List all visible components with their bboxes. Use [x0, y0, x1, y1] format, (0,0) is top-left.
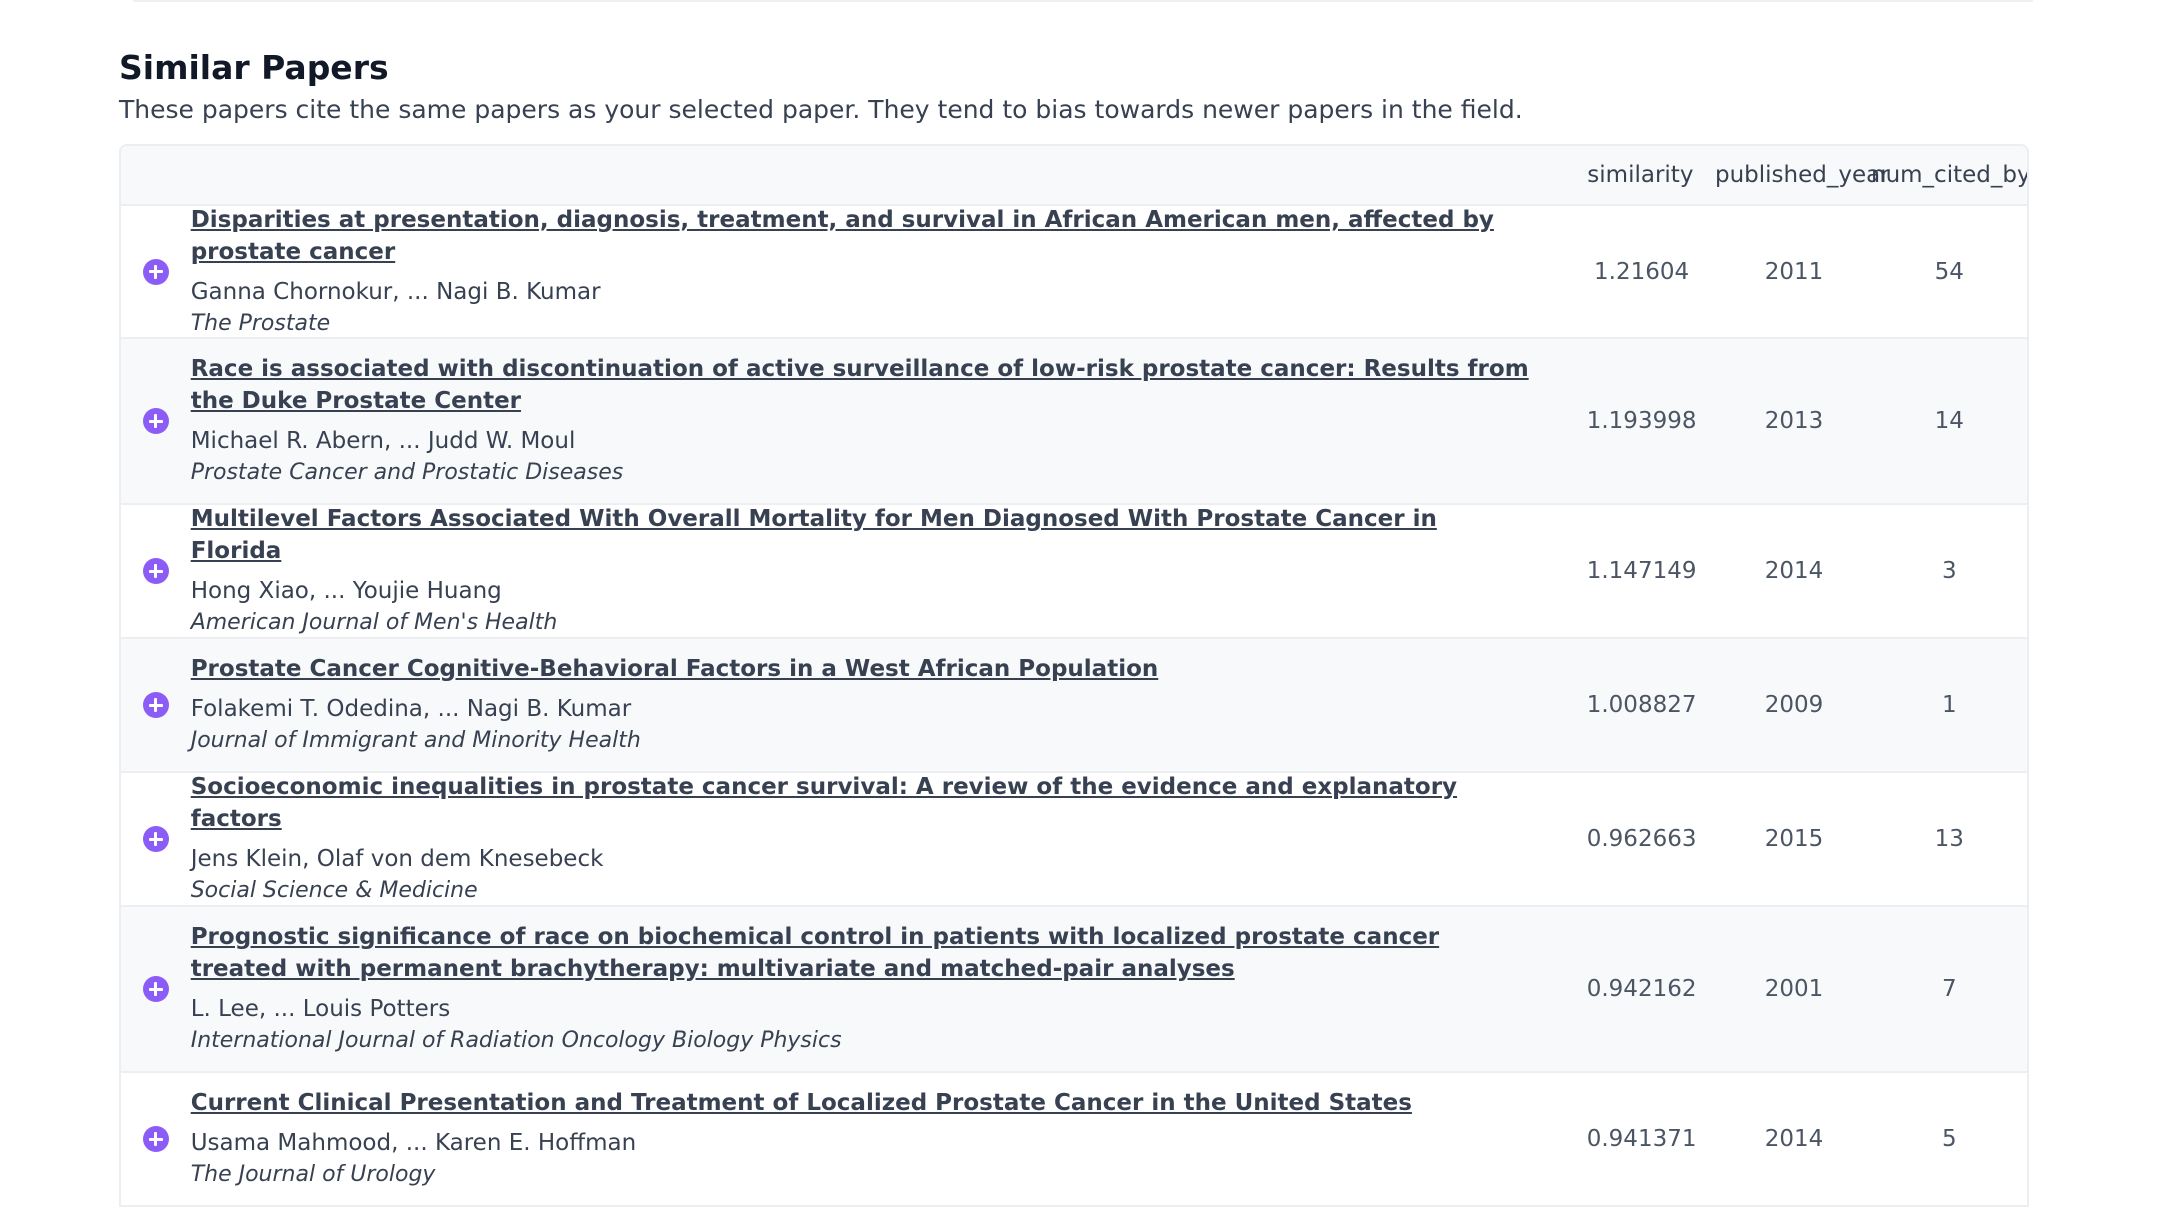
table-row: Prognostic significance of race on bioch…	[121, 907, 2027, 1073]
paper-info: Prostate Cancer Cognitive-Behavioral Fac…	[191, 645, 1567, 765]
paper-info: Multilevel Factors Associated With Overa…	[191, 495, 1567, 647]
published-year-value: 2011	[1764, 258, 1824, 285]
add-circle-icon[interactable]	[142, 692, 169, 718]
published-year-value: 2015	[1764, 826, 1824, 852]
num-cited-by-value: 7	[1941, 976, 1957, 1002]
similar-papers-table: similarity published_year num_cited_by D…	[119, 144, 2029, 1207]
top-divider	[133, 0, 2033, 2]
num-cited-by-value: 3	[1941, 558, 1957, 584]
paper-info: Current Clinical Presentation and Treatm…	[191, 1079, 1567, 1199]
add-cell	[121, 826, 191, 852]
add-circle-icon[interactable]	[142, 258, 169, 285]
add-cell	[121, 1126, 191, 1152]
similarity-value: 1.008827	[1586, 692, 1697, 718]
add-circle-icon[interactable]	[142, 558, 169, 584]
paper-authors: Michael R. Abern, ... Judd W. Moul	[190, 428, 576, 454]
published-year-value: 2013	[1764, 408, 1824, 434]
paper-venue: American Journal of Men's Health	[190, 610, 558, 635]
table-row: Race is associated with discontinuation …	[121, 339, 2027, 505]
num-cited-by-value: 14	[1934, 408, 1964, 434]
num-cited-by-value: 54	[1934, 258, 1964, 285]
paper-authors: Hong Xiao, ... Youjie Huang	[190, 578, 502, 604]
paper-info: Socioeconomic inequalities in prostate c…	[191, 763, 1567, 915]
num-cited-by-value: 1	[1941, 692, 1957, 718]
similarity-value: 1.193998	[1586, 408, 1697, 434]
add-cell	[121, 408, 191, 434]
add-cell	[121, 558, 191, 584]
add-cell	[121, 258, 191, 285]
paper-authors: Jens Klein, Olaf von dem Knesebeck	[190, 846, 604, 872]
similarity-value: 0.941371	[1586, 1126, 1697, 1152]
add-circle-icon[interactable]	[142, 976, 169, 1002]
column-header-published-year[interactable]: published_year	[1715, 162, 1890, 188]
add-cell	[121, 976, 191, 1002]
table-row: Current Clinical Presentation and Treatm…	[121, 1073, 2027, 1207]
paper-authors: L. Lee, ... Louis Potters	[190, 996, 451, 1022]
num-cited-by-value: 13	[1934, 826, 1964, 852]
paper-info: Prognostic significance of race on bioch…	[191, 913, 1567, 1065]
section-title: Similar Papers	[119, 48, 389, 87]
paper-venue: Journal of Immigrant and Minority Health	[190, 728, 641, 753]
table-row: Prostate Cancer Cognitive-Behavioral Fac…	[121, 639, 2027, 773]
published-year-value: 2009	[1764, 692, 1824, 718]
table-row: Socioeconomic inequalities in prostate c…	[121, 773, 2027, 907]
paper-authors: Ganna Chornokur, ... Nagi B. Kumar	[190, 278, 601, 305]
similarity-value: 1.21604	[1594, 258, 1690, 285]
paper-title-link[interactable]: Current Clinical Presentation and Treatm…	[191, 1087, 1531, 1119]
num-cited-by-value: 5	[1941, 1126, 1957, 1152]
add-circle-icon[interactable]	[142, 826, 169, 852]
paper-info: Disparities at presentation, diagnosis, …	[191, 196, 1567, 348]
add-circle-icon[interactable]	[142, 408, 169, 434]
paper-venue: The Prostate	[190, 310, 331, 336]
table-row: Multilevel Factors Associated With Overa…	[121, 505, 2027, 639]
paper-authors: Folakemi T. Odedina, ... Nagi B. Kumar	[190, 696, 632, 722]
paper-title-link[interactable]: Multilevel Factors Associated With Overa…	[191, 503, 1531, 567]
column-header-num-cited-by[interactable]: num_cited_by	[1871, 162, 2027, 188]
published-year-value: 2014	[1764, 1126, 1824, 1152]
similarity-value: 0.962663	[1586, 826, 1697, 852]
paper-title-link[interactable]: Prognostic significance of race on bioch…	[191, 921, 1531, 985]
section-subtitle: These papers cite the same papers as you…	[119, 95, 1523, 124]
paper-venue: Prostate Cancer and Prostatic Diseases	[190, 460, 624, 485]
paper-venue: International Journal of Radiation Oncol…	[190, 1028, 842, 1053]
similarity-value: 0.942162	[1586, 976, 1697, 1002]
similar-papers-section: Similar Papers These papers cite the sam…	[119, 44, 2029, 1207]
paper-title-link[interactable]: Race is associated with discontinuation …	[191, 353, 1531, 417]
column-header-similarity[interactable]: similarity	[1566, 162, 1715, 188]
table-row: Disparities at presentation, diagnosis, …	[121, 206, 2027, 339]
paper-title-link[interactable]: Prostate Cancer Cognitive-Behavioral Fac…	[191, 653, 1531, 685]
paper-venue: Social Science & Medicine	[190, 878, 478, 903]
add-cell	[121, 692, 191, 718]
paper-venue: The Journal of Urology	[190, 1162, 436, 1187]
paper-info: Race is associated with discontinuation …	[191, 345, 1567, 497]
published-year-value: 2014	[1764, 558, 1824, 584]
paper-title-link[interactable]: Socioeconomic inequalities in prostate c…	[191, 771, 1531, 835]
published-year-value: 2001	[1764, 976, 1824, 1002]
similarity-value: 1.147149	[1586, 558, 1697, 584]
paper-authors: Usama Mahmood, ... Karen E. Hoffman	[190, 1130, 637, 1156]
paper-title-link[interactable]: Disparities at presentation, diagnosis, …	[191, 204, 1531, 268]
add-circle-icon[interactable]	[142, 1126, 169, 1152]
